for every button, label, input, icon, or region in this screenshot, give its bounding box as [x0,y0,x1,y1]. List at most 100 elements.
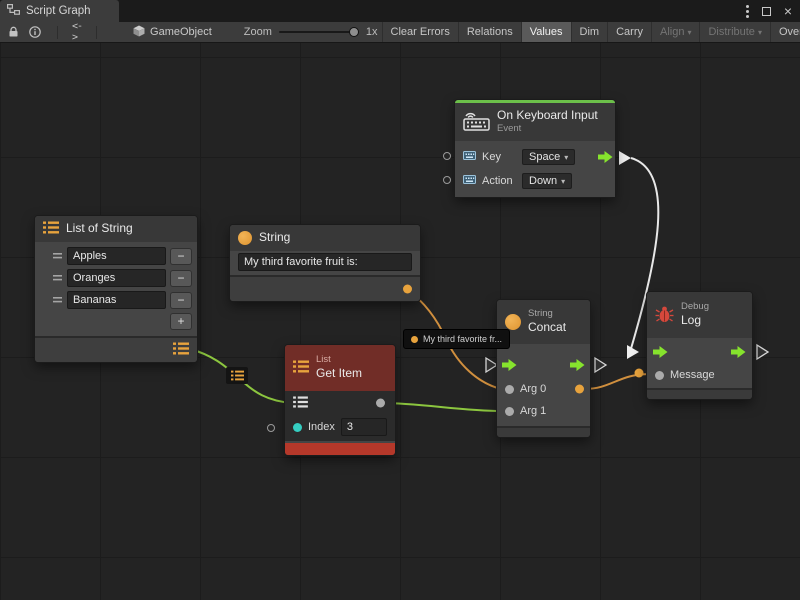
arg0-label: Arg 0 [520,383,546,395]
dim-button[interactable]: Dim [571,22,608,42]
list-output-port[interactable] [173,342,189,358]
flow-out-port[interactable] [598,151,613,163]
node-title: On Keyboard Input [497,109,598,123]
node-header[interactable]: Debug Log [647,292,752,338]
drag-handle-icon[interactable] [53,272,62,284]
values-button[interactable]: Values [521,22,571,42]
graph-icon [7,4,20,18]
script-graph-window: Script Graph × <-> GameObject Zoom 1x Cl… [0,0,800,600]
error-strip [285,443,395,455]
list-item-input[interactable]: Bananas [67,291,166,309]
flow-row [497,352,590,378]
node-debug-log[interactable]: Debug Log Message [647,292,752,399]
flow-wire-end-arrow [627,345,639,359]
zoom-slider-handle[interactable] [349,27,359,37]
flow-row [647,340,752,364]
node-header[interactable]: String Concat [497,300,590,344]
string-output-strip [230,275,420,301]
remove-item-button[interactable]: − [171,249,191,264]
unconnected-input-port[interactable] [443,176,451,184]
zoom-slider-track [279,31,359,33]
node-list-of-string[interactable]: List of String Apples − Oranges − Banana… [35,216,197,362]
bug-icon [655,305,674,326]
chevron-down-icon: ▾ [561,177,565,186]
concat-flow-out-indicator[interactable] [595,358,606,372]
window-maximize-icon[interactable] [762,7,771,16]
string-output-port[interactable] [403,285,412,294]
add-item-button[interactable]: + [171,314,191,329]
index-input-port[interactable] [293,423,302,432]
remove-item-button[interactable]: − [171,271,191,286]
clear-errors-button[interactable]: Clear Errors [382,22,458,42]
tab-script-graph[interactable]: Script Graph [0,0,119,22]
carry-button[interactable]: Carry [607,22,651,42]
node-title: Get Item [316,367,362,381]
drag-handle-icon[interactable] [53,250,62,262]
node-header[interactable]: String [230,225,420,251]
message-input-port[interactable] [655,371,664,380]
node-header[interactable]: On Keyboard Input Event [455,103,615,141]
key-port-label: Key [482,151,516,163]
node-list-get-item[interactable]: List Get Item Index 3 [285,345,395,455]
node-title: List of String [66,222,133,236]
unconnected-input-port[interactable] [443,152,451,160]
message-label: Message [670,369,715,381]
lock-icon[interactable] [8,26,19,38]
result-output-port[interactable] [575,385,584,394]
tab-title: Script Graph [26,5,91,17]
zoom-value: 1x [366,26,378,38]
string-value-input[interactable]: My third favorite fruit is: [238,253,412,271]
index-input[interactable]: 3 [341,418,387,436]
zoom-slider[interactable] [279,27,359,37]
action-dropdown[interactable]: Down▾ [522,173,572,189]
flow-wire-start-arrow [619,151,631,165]
window-close-icon[interactable]: × [784,4,792,18]
wire-value-dot [635,369,644,378]
node-footer [497,426,590,437]
list-input-port[interactable] [293,396,308,411]
key-dropdown[interactable]: Space▾ [522,149,575,165]
node-string-literal[interactable]: String My third favorite fruit is: [230,225,420,301]
arg1-label: Arg 1 [520,405,546,417]
overview-button[interactable]: Overv [770,22,800,42]
keycode-type-icon [463,174,476,188]
arg1-input-port[interactable] [505,407,514,416]
list-item-input[interactable]: Oranges [67,269,166,287]
wire-value-tooltip: My third favorite fr... [403,329,510,349]
string-value-row: My third favorite fruit is: [230,251,420,275]
list-add-row: + [41,312,191,330]
graph-canvas[interactable]: On Keyboard Input Event Key Space▾ Actio… [0,43,800,600]
chevron-down-icon: ▾ [758,28,762,37]
node-on-keyboard-input[interactable]: On Keyboard Input Event Key Space▾ Actio… [455,100,615,197]
flow-in-port[interactable] [653,346,668,358]
arg0-input-port[interactable] [505,385,514,394]
node-string-concat[interactable]: String Concat Arg 0 Arg 1 [497,300,590,437]
align-button[interactable]: Align▾ [651,22,699,42]
code-view-icon[interactable]: <-> [72,22,82,43]
item-output-port[interactable] [376,399,385,408]
relations-button[interactable]: Relations [458,22,521,42]
window-menu-icon[interactable] [746,10,749,13]
node-header[interactable]: List of String [35,216,197,242]
node-header[interactable]: List Get Item [285,345,395,391]
wire-getitem-to-concat-arg1[interactable] [381,403,502,411]
list-item-input[interactable]: Apples [67,247,166,265]
flow-out-port[interactable] [731,346,746,358]
string-type-icon [505,314,521,330]
distribute-button[interactable]: Distribute▾ [699,22,769,42]
log-flow-out-indicator[interactable] [757,345,768,359]
info-icon[interactable] [29,26,41,38]
flow-in-port[interactable] [502,359,517,371]
node-title: Concat [528,321,566,335]
remove-item-button[interactable]: − [171,293,191,308]
drag-handle-icon[interactable] [53,294,62,306]
chevron-down-icon: ▾ [564,153,568,162]
flow-out-port[interactable] [570,359,585,371]
string-type-icon [238,231,252,245]
node-footer [647,388,752,399]
unconnected-input-port[interactable] [267,424,275,432]
list-type-icon [293,360,309,376]
concat-flow-in-indicator[interactable] [486,358,497,372]
arg0-row: Arg 0 [497,378,590,400]
gameobject-selector[interactable]: GameObject [133,25,212,40]
